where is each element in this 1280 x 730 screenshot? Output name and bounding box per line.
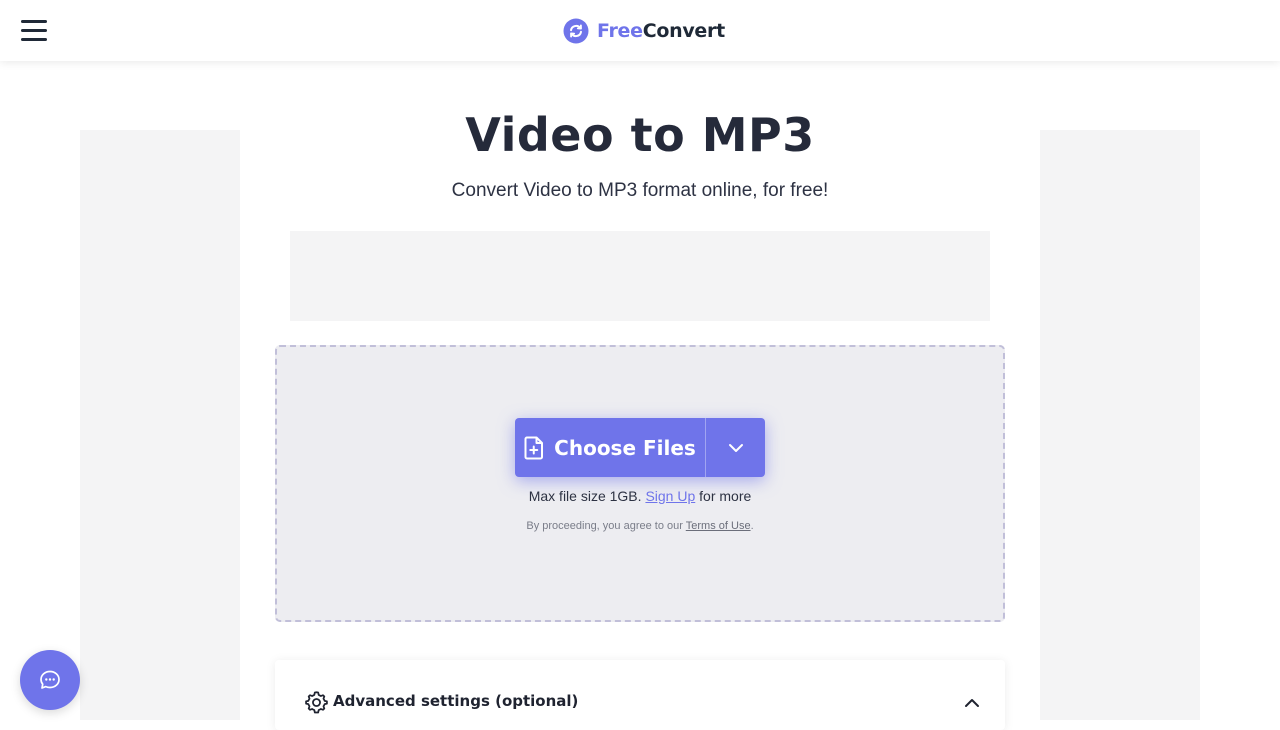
for-more-text: for more	[699, 488, 752, 504]
logo-text: FreeConvert	[597, 20, 725, 42]
choose-files-label: Choose Files	[554, 435, 696, 460]
file-dropzone[interactable]	[275, 345, 1005, 622]
logo-free-text: Free	[597, 20, 643, 42]
refresh-circle-icon	[563, 18, 589, 44]
gear-icon	[305, 691, 328, 714]
chevron-down-icon	[728, 443, 743, 452]
page-subtitle: Convert Video to MP3 format online, for …	[451, 180, 829, 201]
max-size-text: Max file size 1GB.	[528, 488, 642, 504]
top-ad-placeholder	[290, 231, 990, 321]
terms-of-use-link[interactable]: Terms of Use	[686, 520, 751, 532]
terms-note: By proceeding, you agree to our Terms of…	[275, 520, 1005, 532]
chat-bubble-icon	[40, 670, 60, 689]
choose-files-button-group: Choose Files	[515, 418, 765, 477]
hamburger-menu-icon[interactable]	[21, 19, 47, 41]
terms-suffix: .	[750, 520, 754, 532]
left-ad-placeholder	[80, 130, 240, 720]
page-title: Video to MP3	[465, 108, 815, 162]
advanced-settings-label: Advanced settings (optional)	[333, 692, 579, 710]
upload-source-dropdown-button[interactable]	[706, 418, 765, 477]
file-add-icon	[524, 436, 544, 459]
max-file-size-note: Max file size 1GB. Sign Up for more	[275, 488, 1005, 504]
chat-support-button[interactable]	[20, 650, 80, 710]
chevron-up-icon[interactable]	[963, 696, 981, 710]
logo-convert-text: Convert	[642, 20, 725, 42]
sign-up-link[interactable]: Sign Up	[645, 488, 695, 504]
terms-prefix: By proceeding, you agree to our	[526, 520, 683, 532]
top-header: FreeConvert	[0, 0, 1280, 61]
freeconvert-logo[interactable]: FreeConvert	[563, 17, 725, 45]
right-ad-placeholder	[1040, 130, 1200, 720]
choose-files-button[interactable]: Choose Files	[515, 418, 705, 477]
